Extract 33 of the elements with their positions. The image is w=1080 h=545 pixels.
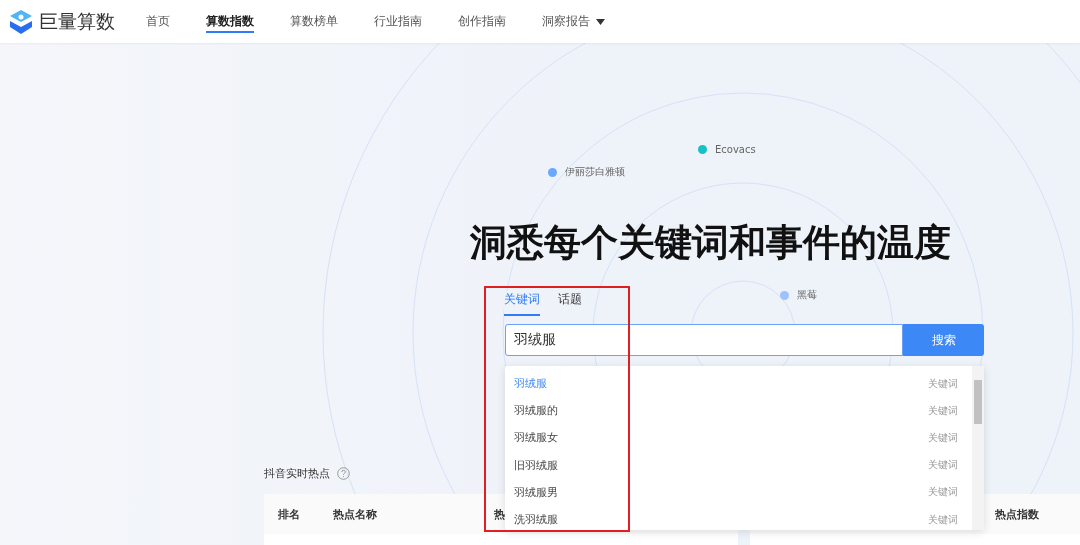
- hero-title: 洞悉每个关键词和事件的温度: [470, 220, 952, 266]
- section-title: 抖音实时热点: [264, 465, 330, 481]
- logo-icon: [9, 8, 33, 35]
- bubble-label: 伊丽莎白雅顿: [565, 165, 625, 179]
- suggestion-item[interactable]: 羽绒服的: [514, 403, 558, 419]
- suggestion-type: 关键词: [928, 430, 958, 445]
- nav-tab[interactable]: 创作指南: [458, 0, 506, 43]
- bubble-label: Ecovacs: [715, 144, 756, 155]
- brand-name: 巨量算数: [39, 8, 115, 34]
- suggestion-type: 关键词: [928, 376, 958, 391]
- scrollbar[interactable]: [972, 366, 984, 530]
- suggestion-item[interactable]: 洗羽绒服: [514, 512, 558, 528]
- nav-tab[interactable]: 算数指数: [206, 0, 254, 43]
- nav-tab[interactable]: 洞察报告: [542, 0, 605, 43]
- column-header: 热: [494, 506, 505, 522]
- search-tab[interactable]: 关键词: [504, 291, 540, 316]
- suggestion-item[interactable]: 羽绒服: [514, 376, 547, 392]
- suggestion-type: 关键词: [928, 403, 958, 418]
- suggestion-item[interactable]: 羽绒服男: [514, 484, 558, 500]
- suggestion-item[interactable]: 旧羽绒服: [514, 457, 558, 473]
- help-icon[interactable]: [337, 466, 350, 480]
- nav-tab[interactable]: 算数榜单: [290, 0, 338, 43]
- column-header: 热点名称: [333, 506, 378, 522]
- suggestion-type: 关键词: [928, 512, 958, 527]
- suggestion-type: 关键词: [928, 458, 958, 473]
- column-header: 热点指数: [995, 506, 1040, 522]
- column-header: 排名: [278, 506, 301, 522]
- suggestion-type: 关键词: [928, 485, 958, 500]
- nav-tab[interactable]: 首页: [146, 0, 170, 43]
- nav-tab[interactable]: 行业指南: [374, 0, 422, 43]
- search-field[interactable]: 羽绒服: [505, 324, 903, 356]
- bubble-label: 黑莓: [797, 288, 817, 302]
- suggestion-item[interactable]: 羽绒服女: [514, 430, 558, 446]
